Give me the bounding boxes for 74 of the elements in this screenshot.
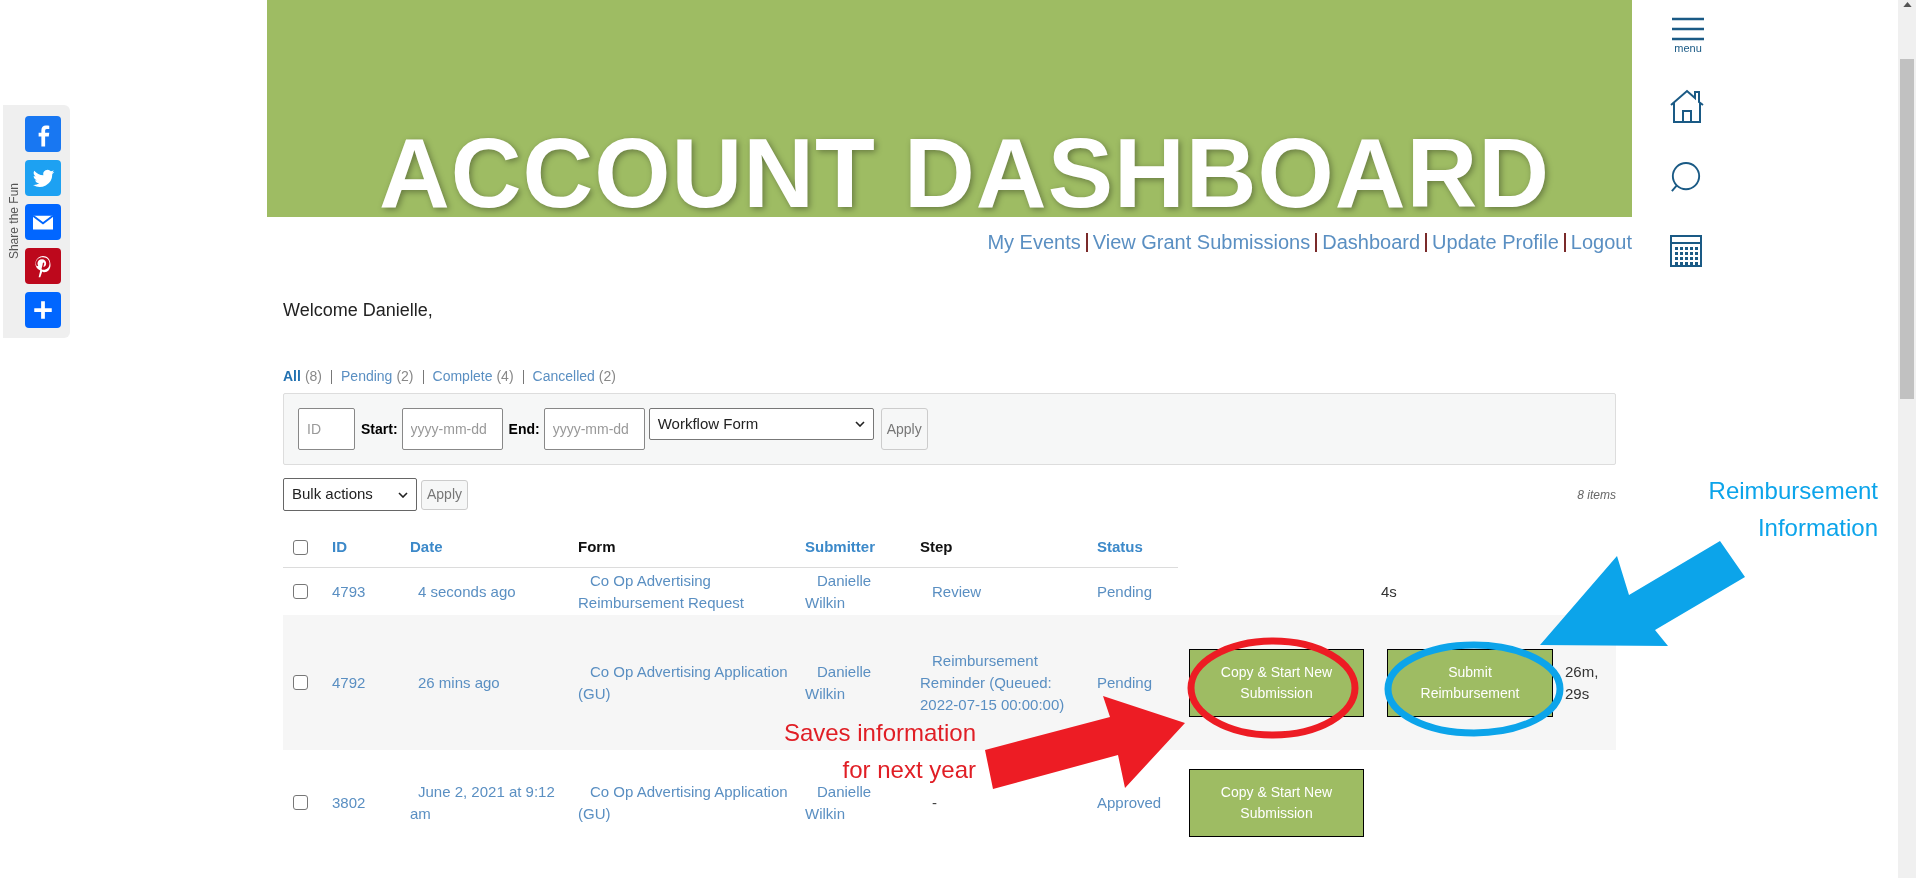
- nav-link[interactable]: View Grant Submissions: [1092, 227, 1311, 257]
- id-field[interactable]: ID: [298, 408, 355, 450]
- apply-button[interactable]: Apply: [421, 479, 469, 510]
- column-header[interactable]: Submitter: [805, 537, 875, 555]
- search-icon[interactable]: [1670, 162, 1702, 194]
- filter-link[interactable]: Complete: [432, 366, 493, 387]
- bulk-actions-select[interactable]: Bulk actions: [283, 478, 417, 511]
- nav-link[interactable]: Logout: [1570, 227, 1632, 257]
- row-checkbox[interactable]: [293, 675, 308, 690]
- status-text: Pending: [1097, 582, 1153, 600]
- filter-link[interactable]: All: [283, 366, 301, 387]
- id-link[interactable]: 4793: [332, 582, 366, 600]
- start-label: Start:: [361, 419, 398, 439]
- elapsed-time: 4s: [1381, 581, 1398, 602]
- end-label: End:: [508, 419, 540, 439]
- form-link[interactable]: Co Op Advertising Application (GU): [578, 780, 791, 825]
- pin-icon[interactable]: [25, 247, 61, 284]
- filter-count: (8): [304, 367, 322, 386]
- column-header[interactable]: ID: [332, 537, 347, 555]
- copy-submission-button[interactable]: Copy & Start New Submission: [1189, 768, 1364, 837]
- start-date-field[interactable]: yyyy-mm-dd: [401, 408, 503, 450]
- date-link[interactable]: 4 seconds ago: [410, 580, 564, 603]
- column-header: Step: [920, 537, 953, 555]
- elapsed-time: 26m, 29s: [1565, 661, 1600, 704]
- filter-count: (4): [496, 367, 514, 386]
- row-checkbox[interactable]: [293, 539, 308, 555]
- nav-link[interactable]: My Events: [987, 227, 1081, 257]
- status-text: Pending: [1097, 673, 1153, 691]
- step-text: -: [931, 792, 938, 813]
- bird-icon[interactable]: [25, 159, 61, 196]
- date-link[interactable]: June 2, 2021 at 9:12 am: [410, 780, 564, 825]
- form-select[interactable]: Workflow Form: [648, 408, 874, 440]
- welcome-text: Welcome Danielle,: [283, 299, 434, 322]
- mail-icon[interactable]: [25, 203, 61, 240]
- item-count: 8 items: [1577, 486, 1616, 504]
- plus-icon[interactable]: [25, 291, 61, 328]
- annotation-text: Information: [1757, 513, 1878, 543]
- menu-icon: [1672, 17, 1704, 41]
- scrollbar-thumb[interactable]: [1900, 59, 1914, 399]
- submitter-link[interactable]: Danielle Wilkin: [805, 660, 885, 705]
- step-text: Review: [931, 581, 983, 602]
- row-checkbox[interactable]: [293, 584, 308, 599]
- column-header[interactable]: Status: [1097, 537, 1143, 555]
- page-title: ACCOUNT DASHBOARD: [378, 128, 1551, 217]
- annotation-text: Reimbursement: [1708, 476, 1878, 506]
- chevron-icon: [398, 491, 408, 498]
- id-link[interactable]: 3802: [332, 793, 366, 811]
- date-link[interactable]: 26 mins ago: [410, 671, 564, 694]
- apply-button[interactable]: Apply: [880, 408, 928, 450]
- filter-link[interactable]: Pending: [341, 366, 393, 387]
- facebook-icon[interactable]: [25, 115, 61, 152]
- nav-link[interactable]: Dashboard: [1322, 227, 1421, 257]
- scroll-up-icon[interactable]: [1902, 2, 1912, 7]
- form-link[interactable]: Co Op Advertising Reimbursement Request: [578, 569, 791, 614]
- step-text: Reimbursement Reminder (Queued: 2022-07-15 00:00:00): [920, 650, 1066, 715]
- chevron-icon: [854, 421, 865, 427]
- end-date-field[interactable]: yyyy-mm-dd: [543, 408, 645, 450]
- annotation-text: Saves information: [783, 718, 976, 748]
- filter-count: (2): [396, 367, 414, 386]
- status-text: Approved: [1097, 793, 1162, 811]
- filter-count: (2): [598, 367, 616, 386]
- filter-link[interactable]: Cancelled: [532, 366, 595, 387]
- house-icon[interactable]: [1670, 89, 1704, 123]
- row-checkbox[interactable]: [293, 795, 308, 810]
- column-header: Form: [578, 537, 616, 555]
- submitter-link[interactable]: Danielle Wilkin: [805, 569, 885, 614]
- nav-link[interactable]: Update Profile: [1432, 227, 1559, 257]
- form-link[interactable]: Co Op Advertising Application (GU): [578, 660, 791, 705]
- id-link[interactable]: 4792: [332, 673, 366, 691]
- calendar-icon[interactable]: [1670, 235, 1702, 267]
- menu-button[interactable]: menu: [1670, 17, 1706, 54]
- share-label: Share the Fun: [6, 183, 22, 260]
- scrollbar[interactable]: [1898, 0, 1916, 878]
- column-header[interactable]: Date: [410, 537, 443, 555]
